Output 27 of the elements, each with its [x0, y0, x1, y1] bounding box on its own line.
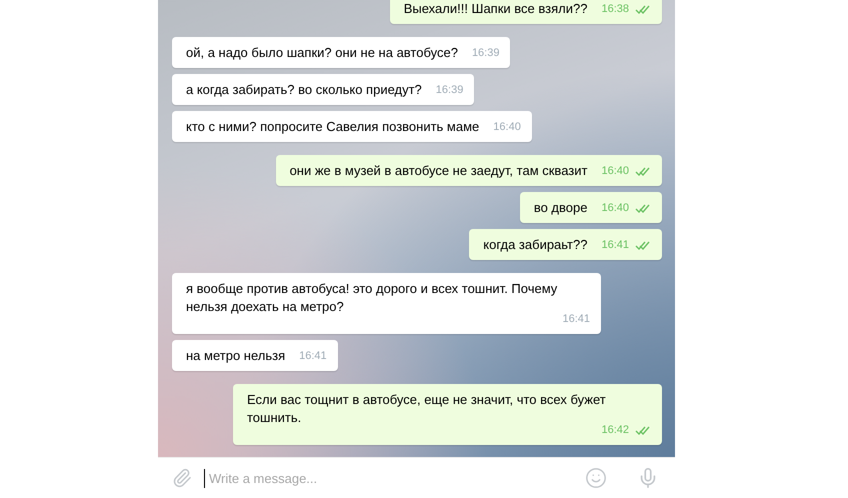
message-text: во дворе [534, 199, 588, 217]
message-time: 16:42 [601, 424, 629, 436]
double-check-icon [635, 203, 651, 213]
paperclip-icon[interactable] [172, 468, 192, 488]
message-text: когда забираьт?? [483, 236, 588, 254]
message-time: 16:40 [493, 121, 521, 133]
message-time: 16:41 [299, 350, 327, 362]
message-time: 16:41 [601, 239, 629, 251]
message-text: Если вас тощнит в автобусе, еще не значит, что всех бужет тошнить. [247, 391, 607, 425]
message-text: на метро нельзя [186, 347, 286, 365]
message-time: 16:39 [436, 84, 464, 96]
message-text: ой, а надо было шапки? они не на автобусе? [186, 44, 458, 62]
double-check-icon [635, 4, 651, 14]
message-time: 16:40 [601, 165, 629, 177]
emoji-icon[interactable] [585, 467, 607, 489]
message-text: они же в музей в автобусе не заедут, там сквазит [290, 162, 588, 180]
message-time: 16:39 [472, 47, 500, 59]
message-time: 16:38 [601, 3, 629, 15]
message-time: 16:41 [562, 313, 590, 325]
message-time: 16:40 [601, 202, 629, 214]
message-text: кто с ними? попросите Савелия позвонить маме [186, 118, 480, 136]
message-text: Выехали!!! Шапки все взяли?? [404, 0, 588, 18]
double-check-icon [635, 240, 651, 250]
double-check-icon [635, 166, 651, 176]
double-check-icon [635, 425, 651, 435]
message-text: а когда забирать? во сколько приедут? [186, 81, 422, 99]
message-text: я вообще против автобуса! это дорого и всех тошнит. Почему нельзя доехать на метро? [186, 280, 558, 316]
